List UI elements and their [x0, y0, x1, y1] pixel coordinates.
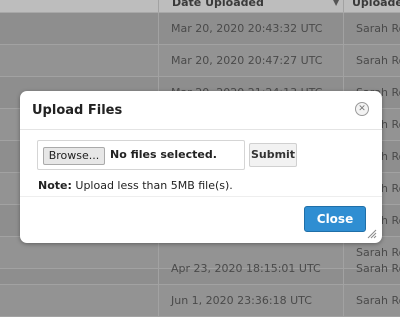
file-status-text: No files selected. [110, 148, 217, 161]
column-divider [343, 0, 344, 12]
cell-date: Mar 20, 2020 20:47:27 UTC [171, 54, 323, 67]
dialog-title: Upload Files [32, 103, 123, 118]
close-icon[interactable]: ✕ [355, 102, 369, 116]
cell-user: Sarah Ro [356, 22, 400, 35]
cell-user: Sarah Ro [356, 262, 400, 275]
resize-grip-icon[interactable] [367, 229, 377, 239]
column-divider [343, 285, 344, 316]
column-divider [343, 253, 344, 284]
cell-date: Mar 20, 2020 20:43:32 UTC [171, 22, 323, 35]
table-cell [0, 285, 159, 316]
table-cell [0, 45, 159, 76]
column-divider [343, 13, 344, 44]
upload-note: Note: Upload less than 5MB file(s). [38, 179, 233, 192]
cell-user: Sarah Ro [356, 54, 400, 67]
browse-button[interactable]: Browse... [43, 147, 105, 165]
table-row[interactable]: Mar 20, 2020 20:47:27 UTC Sarah Ro [0, 45, 400, 77]
footer-divider [20, 196, 382, 197]
column-divider [343, 45, 344, 76]
submit-button[interactable]: Submit [249, 143, 297, 167]
table-cell [0, 253, 159, 284]
table-header: Date Uploaded ▼ Uploaded [0, 0, 400, 13]
table-row[interactable]: Jun 1, 2020 23:36:18 UTC Sarah Ro [0, 285, 400, 317]
close-button[interactable]: Close [304, 206, 366, 232]
note-label: Note: [38, 179, 72, 192]
column-divider [158, 0, 159, 12]
sort-arrow-icon: ▼ [333, 0, 340, 7]
file-input[interactable]: Browse... No files selected. [37, 140, 245, 170]
dialog-header: Upload Files ✕ [20, 91, 382, 130]
table-cell [0, 13, 159, 44]
column-header-uploaded-by[interactable]: Uploaded [352, 0, 400, 9]
cell-date: Apr 23, 2020 18:15:01 UTC [171, 262, 321, 275]
upload-files-dialog: Upload Files ✕ Browse... No files select… [20, 91, 382, 243]
cell-date: Jun 1, 2020 23:36:18 UTC [171, 294, 312, 307]
column-header-date-uploaded[interactable]: Date Uploaded [172, 0, 264, 9]
cell-user: Sarah Ro [356, 294, 400, 307]
table-row[interactable]: Apr 23, 2020 18:15:01 UTC Sarah Ro [0, 253, 400, 285]
table-row[interactable]: Mar 20, 2020 20:43:32 UTC Sarah Ro [0, 13, 400, 45]
note-text: Upload less than 5MB file(s). [71, 179, 233, 192]
